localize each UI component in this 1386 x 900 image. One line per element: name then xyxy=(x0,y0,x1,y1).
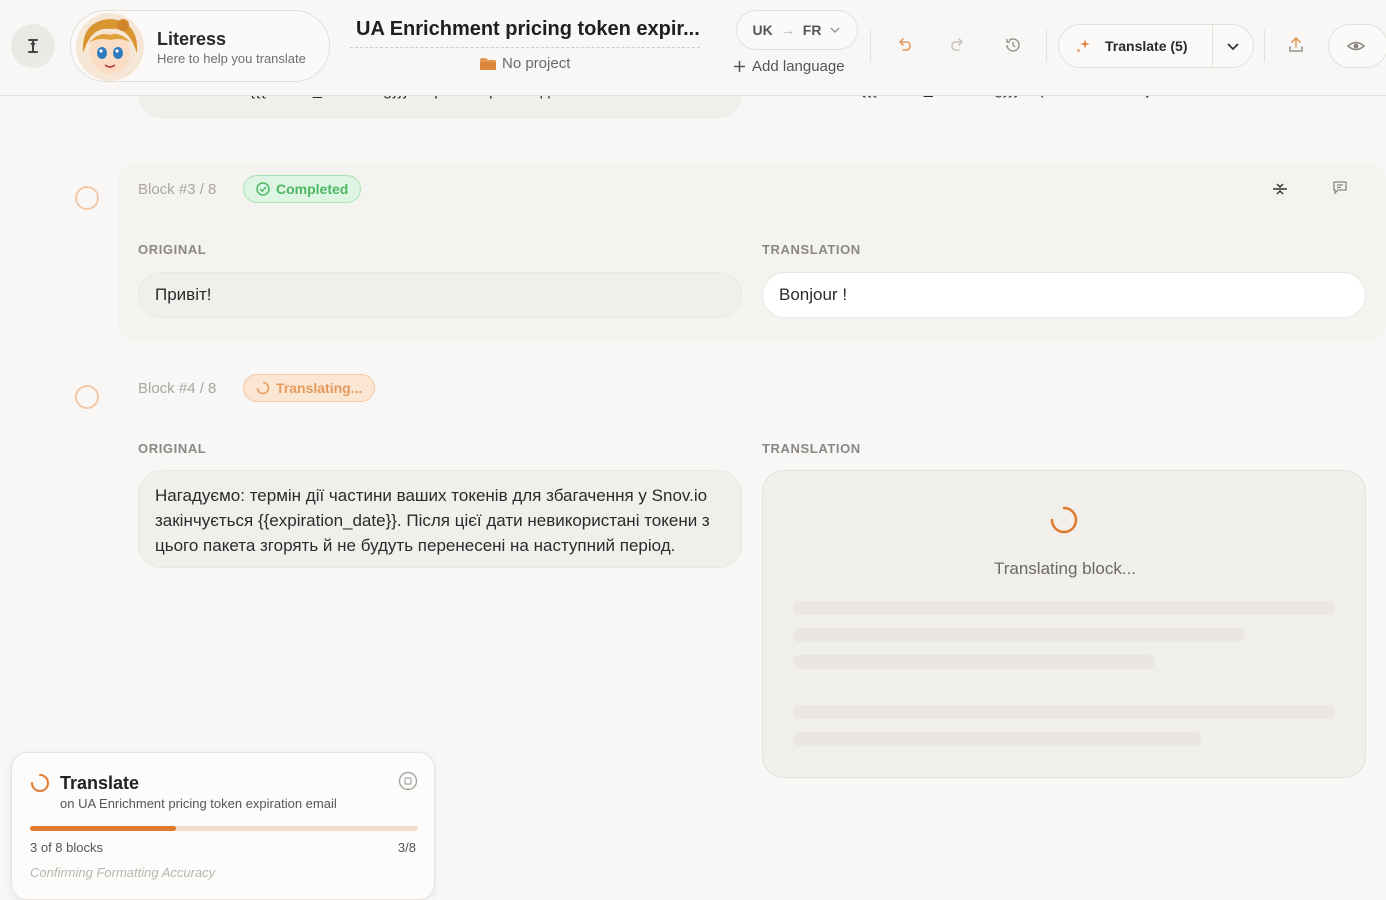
avatar xyxy=(75,13,145,81)
block-4-label: Block #4 / 8 xyxy=(138,380,217,397)
translate-label: Translate (5) xyxy=(1105,38,1188,54)
sparkle-icon xyxy=(1077,39,1090,52)
progress-fraction: 3/8 xyxy=(397,840,416,855)
assistant-tagline: Here to help you translate xyxy=(157,51,306,66)
skeleton-line xyxy=(793,628,1245,642)
translation-column-label: TRANSLATION xyxy=(762,441,861,456)
status-text: Completed xyxy=(276,181,349,197)
text-cursor-icon xyxy=(28,39,38,53)
translate-button-group: Translate (5) xyxy=(1058,24,1254,68)
project-selector[interactable]: No project xyxy=(480,55,570,72)
previous-block-original[interactable]: Ваші токени {{{tokens_remaining}}} згоря… xyxy=(138,96,742,118)
language-arrow: → xyxy=(780,22,795,38)
block-4-select-checkbox[interactable] xyxy=(75,385,99,409)
block-3-label: Block #3 / 8 xyxy=(138,181,217,198)
check-circle-icon xyxy=(256,182,270,196)
translate-options-button[interactable] xyxy=(1213,25,1253,67)
assistant-name: Literess xyxy=(157,29,227,49)
folder-icon xyxy=(480,57,496,70)
collapse-icon xyxy=(1273,183,1287,195)
comment-button[interactable] xyxy=(1329,176,1351,198)
progress-step: Confirming Formatting Accuracy xyxy=(30,865,216,880)
skeleton-line xyxy=(793,705,1335,719)
block-4-original-text[interactable]: Нагадуємо: термін дії частини ваших токе… xyxy=(138,470,742,568)
skeleton-line xyxy=(793,732,1201,746)
spinner-icon xyxy=(31,774,49,792)
status-badge-translating: Translating... xyxy=(243,374,376,402)
target-language: FR xyxy=(802,22,822,38)
progress-subtitle: on UA Enrichment pricing token expiratio… xyxy=(60,796,337,811)
divider xyxy=(1046,30,1047,62)
stop-button[interactable] xyxy=(398,771,418,791)
collapse-button[interactable] xyxy=(1269,178,1291,200)
status-badge-completed: Completed xyxy=(243,175,362,203)
top-bar: Literess Here to help you translate UA E… xyxy=(0,0,1386,96)
export-button[interactable] xyxy=(1284,33,1308,57)
progress-bar xyxy=(30,826,418,831)
translate-progress-card: Translate on UA Enrichment pricing token… xyxy=(11,752,435,900)
comment-icon xyxy=(1333,181,1347,195)
redo-button[interactable] xyxy=(946,33,970,57)
block-3-translation-text[interactable]: Bonjour ! xyxy=(762,272,1366,318)
translation-column-label: TRANSLATION xyxy=(762,242,861,257)
translation-loading-panel: Translating block... xyxy=(762,470,1366,778)
original-column-label: ORIGINAL xyxy=(138,441,207,456)
skeleton-line xyxy=(793,601,1335,615)
redo-icon xyxy=(951,38,964,51)
add-language-label: Add language xyxy=(752,58,845,75)
chevron-down-icon xyxy=(1227,43,1239,51)
spinner-icon xyxy=(256,381,270,395)
divider xyxy=(870,30,871,62)
previous-block-translation[interactable]: Vos crédits {{{tokens_remaining}}} expir… xyxy=(762,96,1366,118)
spinner-icon xyxy=(1050,506,1078,534)
document-title[interactable]: UA Enrichment pricing token expir... xyxy=(350,18,700,48)
add-language-button[interactable]: Add language xyxy=(733,58,845,75)
project-label: No project xyxy=(502,55,571,72)
chevron-down-icon xyxy=(830,27,840,34)
progress-title: Translate xyxy=(60,773,140,793)
block-3-original-text[interactable]: Привіт! xyxy=(138,272,742,318)
preview-button[interactable] xyxy=(1328,24,1386,68)
eye-icon xyxy=(1347,41,1365,51)
upload-icon xyxy=(1289,36,1303,52)
source-language: UK xyxy=(752,22,773,38)
loading-text: Translating block... xyxy=(993,559,1137,578)
sidebar-toggle-button[interactable] xyxy=(11,24,55,68)
progress-count: 3 of 8 blocks xyxy=(30,840,103,855)
block-3-select-checkbox[interactable] xyxy=(75,186,99,210)
undo-button[interactable] xyxy=(892,33,916,57)
history-button[interactable] xyxy=(1001,33,1025,57)
language-pair-selector[interactable]: UK → FR xyxy=(736,10,858,50)
status-text: Translating... xyxy=(276,380,363,396)
history-icon xyxy=(1006,38,1020,52)
plus-icon xyxy=(734,61,745,72)
divider xyxy=(1264,30,1265,62)
undo-icon xyxy=(898,38,911,51)
assistant-card[interactable]: Literess Here to help you translate xyxy=(70,10,330,82)
original-column-label: ORIGINAL xyxy=(138,242,207,257)
progress-bar-fill xyxy=(30,826,176,831)
skeleton-line xyxy=(793,655,1155,669)
translate-button[interactable]: Translate (5) xyxy=(1059,25,1213,67)
